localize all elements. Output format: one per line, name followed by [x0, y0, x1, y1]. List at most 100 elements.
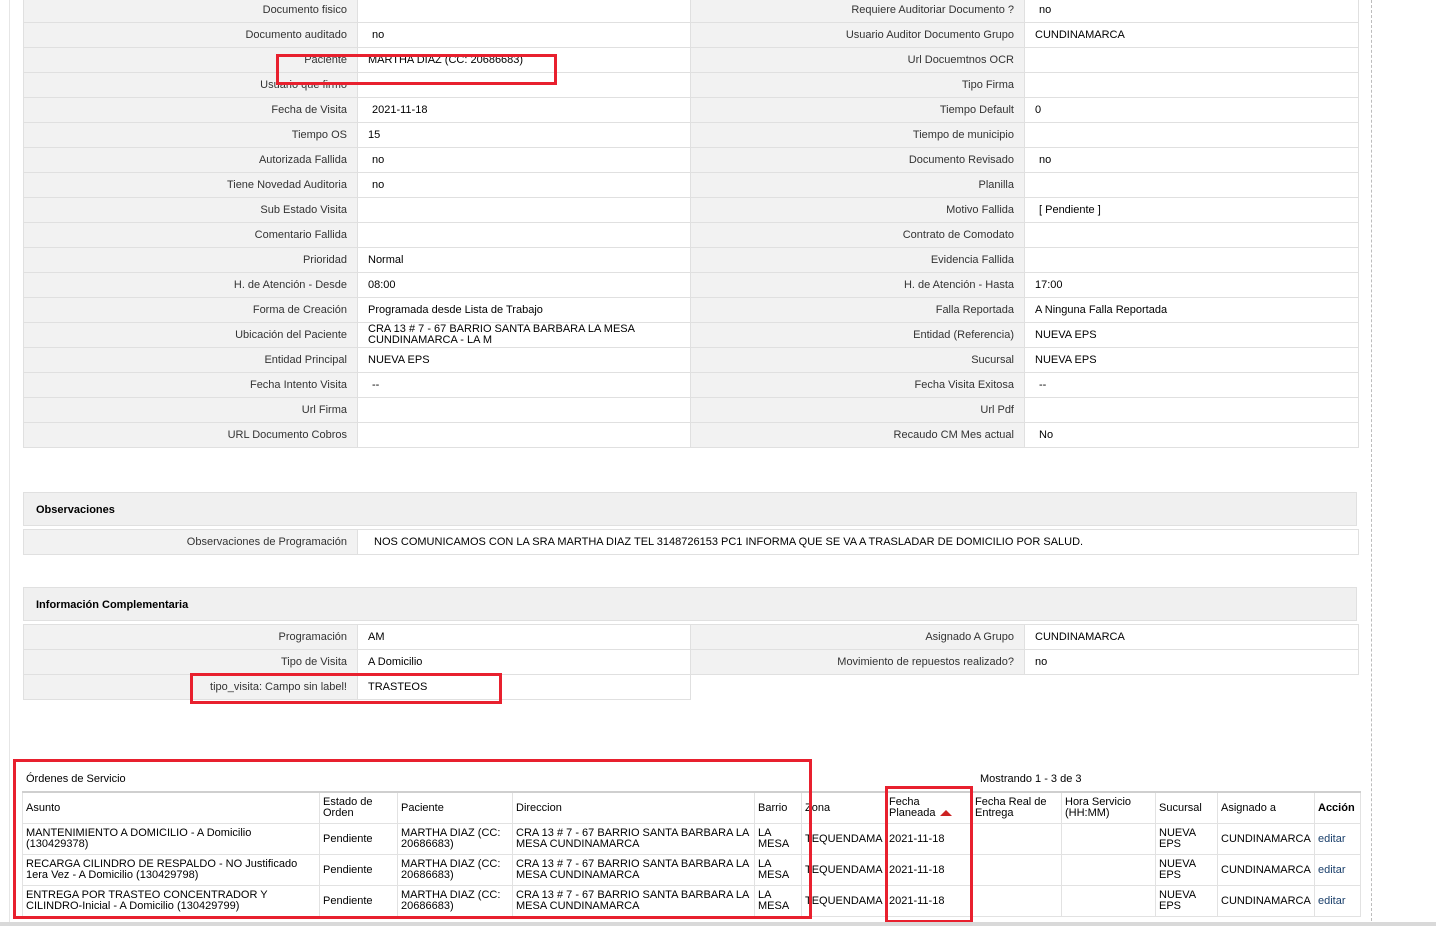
field-value: NUEVA EPS	[357, 347, 691, 373]
field-label: Prioridad	[23, 247, 358, 273]
field-label: Requiere Auditoriar Documento ?	[690, 0, 1025, 23]
cell-accion[interactable]: editar	[1314, 885, 1361, 917]
col-sucursal[interactable]: Sucursal	[1155, 791, 1218, 824]
field-label: Url Firma	[23, 397, 358, 423]
cell-zona: TEQUENDAMA	[801, 823, 886, 855]
col-accion: Acción	[1314, 791, 1361, 824]
cell-sucursal: NUEVA EPS	[1155, 854, 1218, 886]
field-label: Documento auditado	[23, 22, 358, 48]
detail-row: Documento auditado no Usuario Auditor Docu…	[23, 22, 1359, 48]
cell-fecha-real	[971, 854, 1062, 886]
detail-row: URL Documento Cobros Recaudo CM Mes actua…	[23, 422, 1359, 448]
detail-row: Comentario Fallida Contrato de Comodato	[23, 222, 1359, 248]
col-fecha-real[interactable]: Fecha Real de Entrega	[971, 791, 1062, 824]
field-value	[1024, 47, 1359, 73]
field-label: URL Documento Cobros	[23, 422, 358, 448]
field-label: Ubicación del Paciente	[23, 322, 358, 348]
field-label: Recaudo CM Mes actual	[690, 422, 1025, 448]
field-value: 0	[1024, 97, 1359, 123]
col-hora[interactable]: Hora Servicio (HH:MM)	[1061, 791, 1156, 824]
field-value: AM	[357, 624, 691, 650]
field-label: Tipo de Visita	[23, 649, 358, 675]
field-value: --	[1024, 372, 1359, 398]
field-label: Movimiento de repuestos realizado?	[690, 649, 1025, 675]
field-label: Usuario Auditor Documento Grupo	[690, 22, 1025, 48]
detail-row: Url Firma Url Pdf	[23, 397, 1359, 423]
detail-row: Sub Estado Visita Motivo Fallida[ Pendien…	[23, 197, 1359, 223]
page-right-divider	[1371, 0, 1372, 926]
detail-row: Prioridad Normal Evidencia Fallida	[23, 247, 1359, 273]
field-value: Programada desde Lista de Trabajo	[357, 297, 691, 323]
field-value	[357, 197, 691, 223]
detail-row: Tiene Novedad Auditoria no Planilla	[23, 172, 1359, 198]
field-value: [ Pendiente ]	[1024, 197, 1359, 223]
field-label: Falla Reportada	[690, 297, 1025, 323]
field-value: no	[1024, 649, 1359, 675]
field-label: Programación	[23, 624, 358, 650]
field-value: no	[357, 172, 691, 198]
cell-hora	[1061, 885, 1156, 917]
field-label: Tiene Novedad Auditoria	[23, 172, 358, 198]
field-value: no	[1024, 147, 1359, 173]
field-label: Fecha Visita Exitosa	[690, 372, 1025, 398]
field-value	[1024, 397, 1359, 423]
field-value: 08:00	[357, 272, 691, 298]
highlight-tipo-visita	[190, 673, 502, 704]
field-value: 17:00	[1024, 272, 1359, 298]
field-label: H. de Atención - Desde	[23, 272, 358, 298]
visit-details-table: Documento fisico Requiere Auditoriar Docu…	[23, 0, 1359, 448]
field-label: Tiempo Default	[690, 97, 1025, 123]
highlight-orders	[13, 759, 812, 919]
cell-sucursal: NUEVA EPS	[1155, 885, 1218, 917]
field-label: Tipo Firma	[690, 72, 1025, 98]
field-value: CUNDINAMARCA	[1024, 22, 1359, 48]
field-label: Tiempo de municipio	[690, 122, 1025, 148]
field-label: Tiempo OS	[23, 122, 358, 148]
highlight-fecha-planeada	[885, 786, 973, 923]
highlight-paciente	[276, 54, 557, 85]
cell-hora	[1061, 823, 1156, 855]
cell-zona: TEQUENDAMA	[801, 854, 886, 886]
field-label: Sucursal	[690, 347, 1025, 373]
field-value	[357, 0, 691, 23]
horizontal-scrollbar[interactable]	[0, 922, 1436, 926]
field-value: no	[357, 22, 691, 48]
detail-row: Paciente MARTHA DIAZ (CC: 20686683) Url Do…	[23, 47, 1359, 73]
field-value: no	[357, 147, 691, 173]
detail-row: Tiempo OS 15 Tiempo de municipio	[23, 122, 1359, 148]
field-value: A Ninguna Falla Reportada	[1024, 297, 1359, 323]
detail-row: Documento fisico Requiere Auditoriar Docu…	[23, 0, 1359, 23]
observaciones-header: Observaciones	[23, 492, 1357, 526]
cell-fecha-real	[971, 885, 1062, 917]
field-value: Normal	[357, 247, 691, 273]
cell-accion[interactable]: editar	[1314, 823, 1361, 855]
page-left-border	[9, 0, 10, 926]
field-label: Contrato de Comodato	[690, 222, 1025, 248]
field-label: Forma de Creación	[23, 297, 358, 323]
field-value: 2021-11-18	[357, 97, 691, 123]
cell-sucursal: NUEVA EPS	[1155, 823, 1218, 855]
detail-row: Fecha de Visita 2021-11-18 Tiempo Default 0	[23, 97, 1359, 123]
cell-accion[interactable]: editar	[1314, 854, 1361, 886]
field-label: Autorizada Fallida	[23, 147, 358, 173]
cell-fecha-real	[971, 823, 1062, 855]
field-label: Motivo Fallida	[690, 197, 1025, 223]
field-label: Planilla	[690, 172, 1025, 198]
orders-count: Mostrando 1 - 3 de 3	[980, 773, 1082, 785]
field-value	[1024, 72, 1359, 98]
field-value: CRA 13 # 7 - 67 BARRIO SANTA BARBARA LA …	[357, 322, 691, 348]
field-label: Asignado A Grupo	[690, 624, 1025, 650]
col-asignado[interactable]: Asignado a	[1217, 791, 1315, 824]
field-label: Entidad Principal	[23, 347, 358, 373]
col-zona[interactable]: Zona	[801, 791, 886, 824]
field-label: Documento fisico	[23, 0, 358, 23]
detail-row: Entidad Principal NUEVA EPS Sucursal NUEVA …	[23, 347, 1359, 373]
field-label: Comentario Fallida	[23, 222, 358, 248]
detail-row: Ubicación del Paciente CRA 13 # 7 - 67 BA…	[23, 322, 1359, 348]
detail-row: Usuario que firmo Tipo Firma	[23, 72, 1359, 98]
field-value: NUEVA EPS	[1024, 347, 1359, 373]
observaciones-table: Observaciones de Programación NOS COMUNI…	[23, 529, 1359, 555]
cell-asignado: CUNDINAMARCA	[1217, 854, 1315, 886]
field-value	[357, 422, 691, 448]
cell-asignado: CUNDINAMARCA	[1217, 823, 1315, 855]
